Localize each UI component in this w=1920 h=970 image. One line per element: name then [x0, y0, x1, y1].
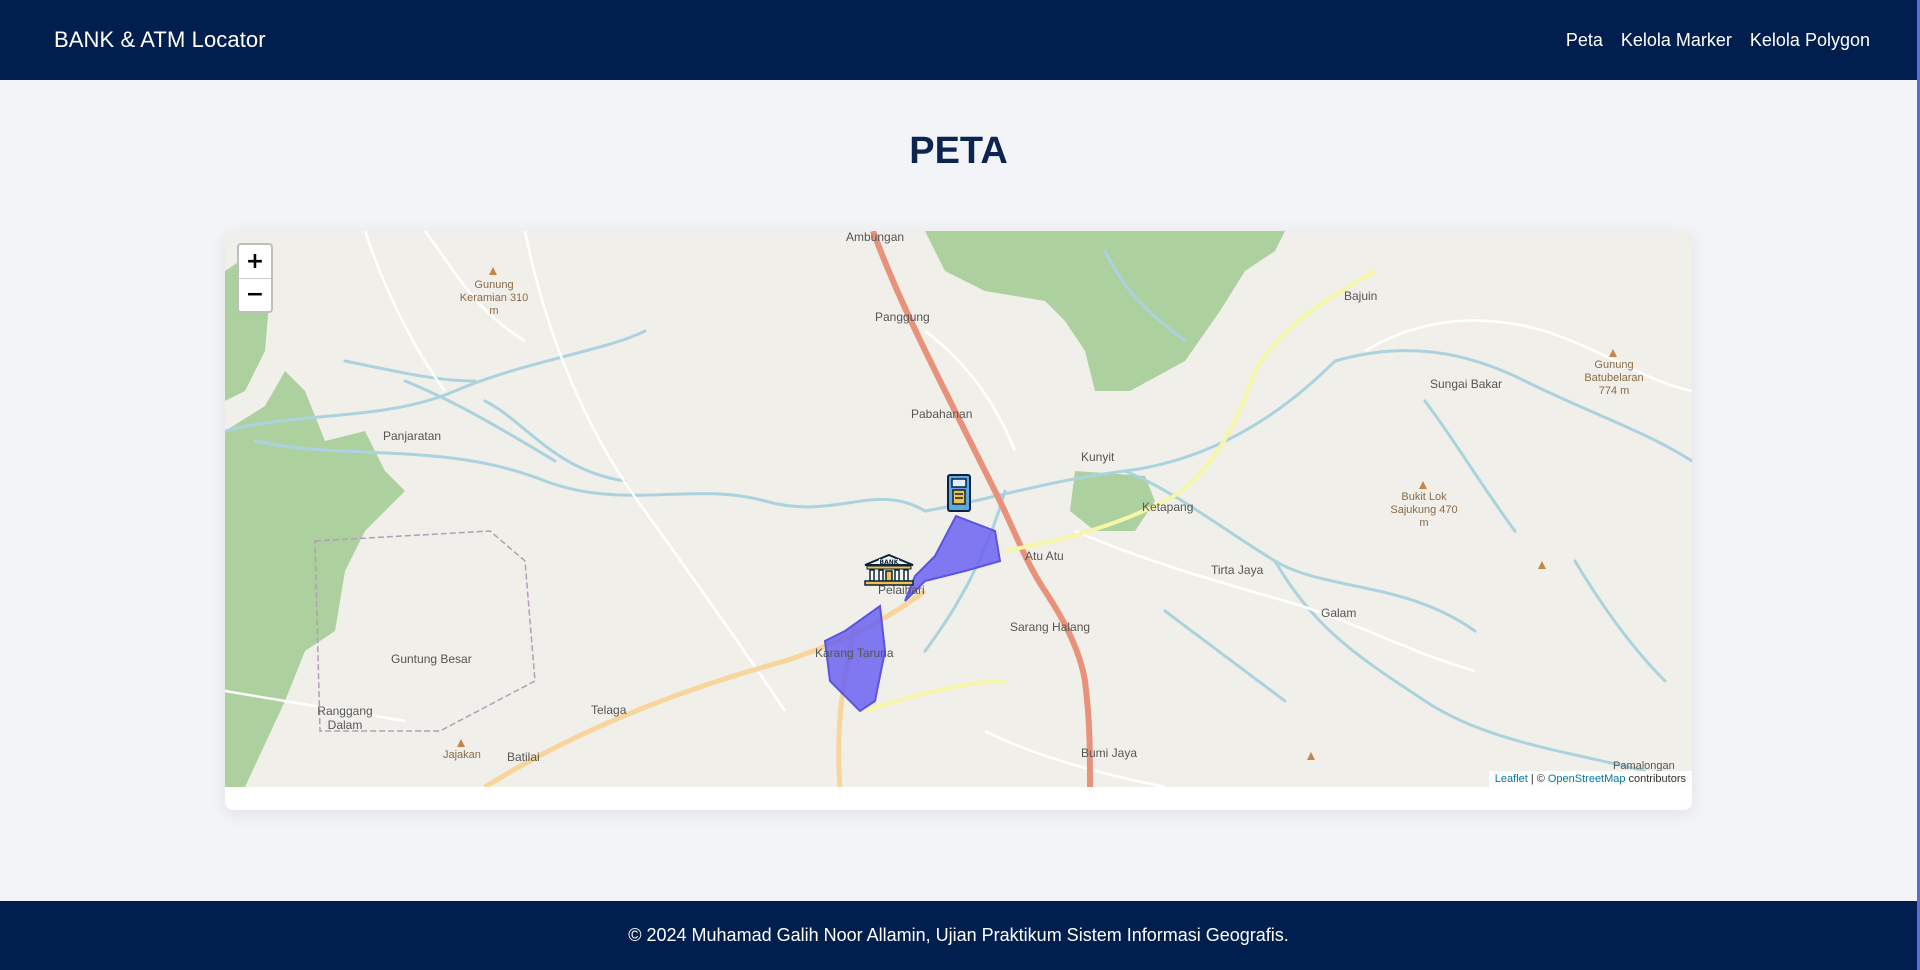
svg-text:BANK: BANK: [880, 559, 899, 566]
footer-text: © 2024 Muhamad Galih Noor Allamin, Ujian…: [628, 925, 1289, 945]
leaflet-link[interactable]: Leaflet: [1495, 773, 1528, 785]
page-title: PETA: [909, 130, 1008, 172]
map-card: Ambungan Panggung Pabahanan Panjaratan K…: [225, 231, 1692, 810]
place-label: Ambungan: [846, 231, 905, 244]
nav-link-kelola-marker[interactable]: Kelola Marker: [1621, 30, 1732, 51]
brand-title[interactable]: BANK & ATM Locator: [54, 27, 266, 53]
map-canvas[interactable]: Ambungan Panggung Pabahanan Panjaratan K…: [225, 231, 1692, 787]
peak-label: Gunung Keramian 310 m: [459, 279, 529, 317]
zoom-in-button[interactable]: +: [239, 245, 271, 278]
place-label: Sungai Bakar: [1430, 377, 1503, 391]
zoom-control: + −: [237, 243, 273, 313]
nav-link-peta[interactable]: Peta: [1566, 30, 1603, 51]
place-label: Ranggang Dalam: [317, 704, 373, 732]
place-label: Bajuin: [1344, 289, 1378, 303]
bank-marker-icon[interactable]: BANK: [863, 553, 915, 587]
zoom-out-button[interactable]: −: [239, 277, 271, 312]
place-label: Galam: [1321, 606, 1357, 620]
place-label: Panggung: [875, 310, 930, 324]
peak-label: Gunung Batubelaran 774 m: [1584, 359, 1644, 397]
place-label: Guntung Besar: [391, 652, 472, 666]
attribution-separator: | ©: [1530, 773, 1545, 785]
peak-label: Bukit Lok Sajukung 470 m: [1390, 491, 1458, 529]
place-label: Bumi Jaya: [1081, 746, 1138, 760]
place-label: Tirta Jaya: [1211, 563, 1264, 577]
place-label: Ketapang: [1142, 500, 1194, 514]
footer: © 2024 Muhamad Galih Noor Allamin, Ujian…: [0, 901, 1917, 970]
map-attribution: Leaflet | © OpenStreetMap contributors: [1488, 771, 1692, 787]
atm-marker-icon[interactable]: [944, 473, 974, 513]
place-label: Panjaratan: [383, 429, 442, 443]
place-label: Jajakan: [443, 749, 481, 761]
nav-links: Peta Kelola Marker Kelola Polygon: [1566, 30, 1870, 51]
place-label: Kunyit: [1081, 450, 1115, 464]
place-label: Atu Atu: [1025, 549, 1064, 563]
place-label: Batilai: [507, 750, 540, 764]
nav-link-kelola-polygon[interactable]: Kelola Polygon: [1750, 30, 1870, 51]
place-label: Karang Taruna: [815, 646, 894, 660]
top-navbar: BANK & ATM Locator Peta Kelola Marker Ke…: [0, 0, 1917, 80]
place-label: Pabahanan: [911, 407, 973, 421]
osm-link[interactable]: OpenStreetMap: [1548, 773, 1626, 785]
place-label: Sarang Halang: [1010, 620, 1091, 634]
attribution-suffix: contributors: [1628, 773, 1686, 785]
place-label: Telaga: [591, 703, 627, 717]
